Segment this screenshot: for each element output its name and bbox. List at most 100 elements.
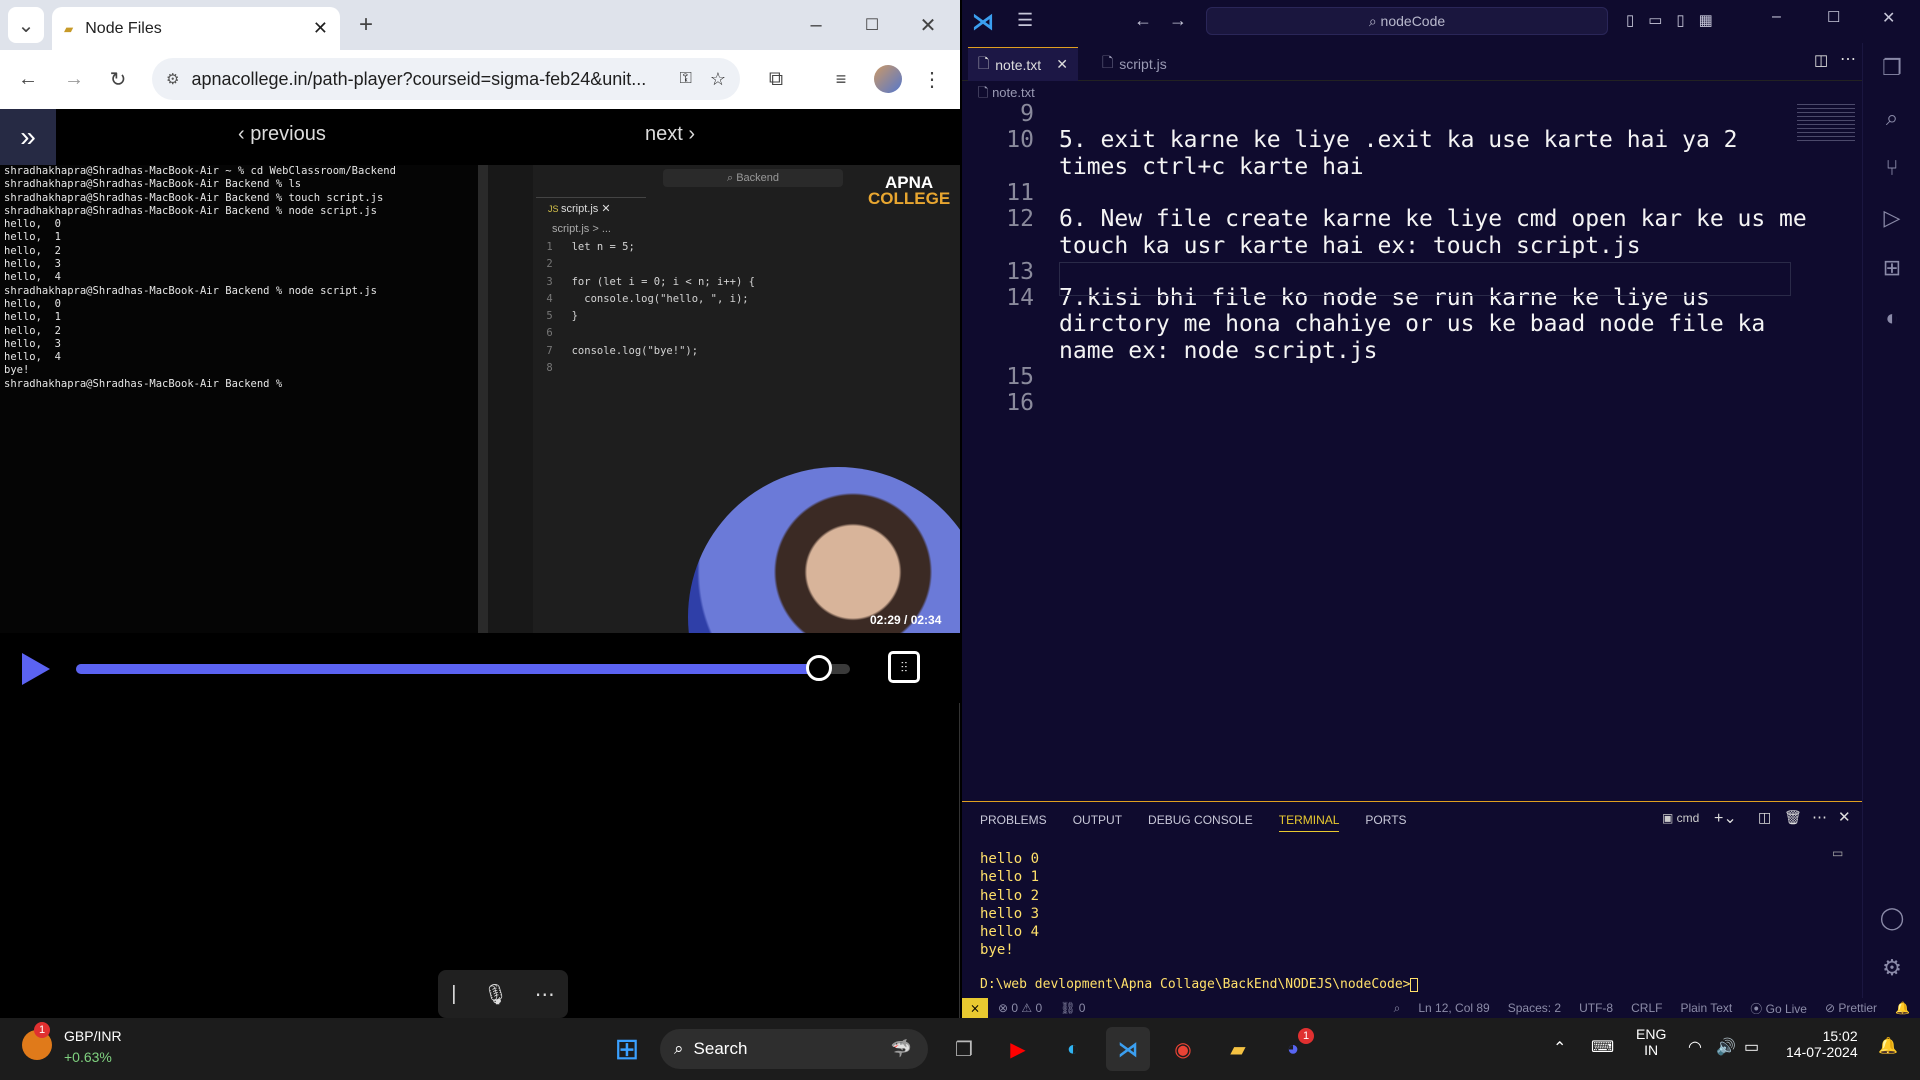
notification-bell-icon[interactable]: 🔔 (1878, 1036, 1898, 1056)
tab-note-txt[interactable]: 🗋 note.txt ✕ (968, 47, 1078, 81)
account-icon[interactable]: ◯ (1863, 893, 1920, 943)
split-terminal-icon[interactable]: ◫ (1758, 809, 1771, 826)
command-center-search[interactable]: ⌕ nodeCode (1206, 7, 1608, 35)
site-info-icon[interactable]: ⚙ (166, 70, 179, 88)
minimize-button[interactable]: – (798, 7, 834, 43)
progress-thumb[interactable] (806, 655, 833, 681)
close-tab-icon[interactable]: ✕ (313, 18, 328, 39)
settings-sliders-icon[interactable]: ⫶⫶ (888, 651, 920, 683)
terminal-output[interactable]: hello 0 hello 1 hello 2 hello 3 hello 4 bye! (980, 850, 1039, 960)
more-options-icon[interactable]: ⋯ (535, 982, 555, 1007)
tray-overflow-icon[interactable]: ⌃ (1553, 1038, 1566, 1058)
edge-tools-icon[interactable]: ◐ (1863, 293, 1920, 343)
terminal-list-icon[interactable]: ▭ (1832, 846, 1852, 862)
task-view-icon[interactable]: ❐ (942, 1027, 986, 1071)
panel-tab-ports[interactable]: PORTS (1365, 813, 1406, 832)
ticker-name[interactable]: GBP/INR (64, 1028, 122, 1044)
indentation[interactable]: Spaces: 2 (1508, 1001, 1561, 1015)
battery-icon[interactable]: ▭ (1744, 1037, 1759, 1057)
tab-search-button[interactable]: ⌄ (8, 7, 44, 43)
editor-line[interactable]: 6. New file create karne ke liye cmd ope… (1059, 206, 1807, 232)
sidebar-toggle-icon[interactable]: » (0, 109, 56, 165)
close-panel-icon[interactable]: ✕ (1838, 808, 1851, 826)
file-explorer-icon[interactable]: ▰ (1216, 1027, 1260, 1071)
vscode-close-button[interactable]: ✕ (1882, 8, 1895, 28)
wifi-icon[interactable]: ◠ (1688, 1037, 1702, 1057)
close-window-button[interactable]: ✕ (910, 7, 946, 43)
key-icon[interactable]: ⚿ (680, 70, 692, 88)
progress-track[interactable] (76, 664, 850, 674)
terminal-prompt[interactable]: D:\web devlopment\Apna Collage\BackEnd\N… (980, 977, 1419, 992)
ports-counter[interactable]: ⛓ 0 (1060, 1001, 1085, 1015)
taskbar-search[interactable]: ⌕ Search 🦈 (660, 1029, 928, 1069)
edge-icon[interactable]: ◐ (1051, 1027, 1095, 1071)
maximize-button[interactable]: ☐ (854, 7, 890, 43)
panel-tab-output[interactable]: OUTPUT (1073, 813, 1122, 832)
editor-text[interactable]: 9 10 5. exit karne ke liye .exit ka use ka… (962, 101, 1862, 801)
remote-indicator-icon[interactable]: ⨯ (962, 998, 988, 1018)
microphone-icon[interactable]: 🎙 (483, 982, 508, 1007)
chrome-taskbar-icon[interactable]: ◉ (1161, 1027, 1205, 1071)
language-mode[interactable]: Plain Text (1680, 1001, 1732, 1015)
layout-toggle-icons[interactable]: ▯▭▯▦ (1626, 11, 1727, 29)
line-ending[interactable]: CRLF (1631, 1001, 1662, 1015)
tab-script-js[interactable]: 🗋 script.js (1092, 47, 1177, 81)
editor-line[interactable]: touch ka usr karte hai ex: touch script.… (1059, 233, 1641, 259)
tab-node-files[interactable]: ▰ Node Files ✕ (52, 7, 340, 50)
minimap[interactable] (1797, 104, 1855, 144)
media-control-icon[interactable]: ≡ (823, 61, 859, 97)
lecture-video[interactable]: shradhakhapra@Shradhas-MacBook-Air ~ % c… (0, 165, 960, 633)
vscode-taskbar-icon[interactable]: ⋊ (1106, 1027, 1150, 1071)
go-live-button[interactable]: ⦿ Go Live (1750, 1000, 1807, 1017)
panel-tab-terminal[interactable]: TERMINAL (1278, 813, 1340, 832)
next-link[interactable]: next › (645, 123, 695, 146)
source-control-icon[interactable]: ⑂ (1863, 143, 1920, 193)
close-tab-icon[interactable]: ✕ (1056, 56, 1068, 73)
nav-back-icon[interactable]: ← (1134, 10, 1152, 31)
panel-tab-debug-console[interactable]: DEBUG CONSOLE (1148, 813, 1253, 832)
editor-line[interactable]: 5. exit karne ke liye .exit ka use karte… (1059, 127, 1738, 153)
bookmark-star-icon[interactable]: ☆ (710, 69, 726, 90)
vscode-maximize-button[interactable]: ☐ (1827, 8, 1840, 26)
explorer-icon[interactable]: ❐ (1863, 43, 1920, 93)
previous-link[interactable]: ‹ previous (238, 123, 326, 146)
drag-handle-icon[interactable]: | (451, 983, 456, 1006)
zoom-icon[interactable]: ⌕ (1394, 1001, 1401, 1016)
volume-icon[interactable]: 🔊 (1716, 1037, 1736, 1057)
editor-line[interactable]: dirctory me hona chahiye or us ke baad n… (1059, 311, 1765, 337)
problems-counter[interactable]: ⊗ 0 ⚠ 0 (998, 1001, 1042, 1015)
vscode-minimize-button[interactable]: – (1772, 8, 1781, 26)
split-editor-icon[interactable]: ◫ (1814, 51, 1828, 69)
back-button[interactable]: ← (10, 61, 46, 97)
keyboard-icon[interactable]: ⌨ (1591, 1037, 1614, 1057)
extensions-icon[interactable]: ⊞ (1863, 243, 1920, 293)
cursor-position[interactable]: Ln 12, Col 89 (1418, 1001, 1489, 1015)
new-tab-button[interactable]: + (348, 7, 384, 43)
editor-line[interactable]: name ex: node script.js (1059, 338, 1378, 364)
kill-terminal-icon[interactable]: 🗑 (1784, 809, 1802, 826)
extensions-icon[interactable]: ⧉ (758, 61, 794, 97)
address-bar[interactable]: ⚙ apnacollege.in/path-player?courseid=si… (152, 58, 740, 100)
panel-tab-problems[interactable]: PROBLEMS (980, 813, 1047, 832)
menu-hamburger-icon[interactable]: ☰ (1017, 10, 1033, 31)
encoding[interactable]: UTF-8 (1579, 1001, 1613, 1015)
search-icon[interactable]: ⌕ (1863, 93, 1920, 143)
profile-avatar[interactable] (874, 65, 902, 93)
chrome-menu-icon[interactable]: ⋮ (914, 61, 950, 97)
editor-more-icon[interactable]: ⋯ (1840, 49, 1856, 69)
youtube-icon[interactable]: ▶ (996, 1027, 1040, 1071)
prettier-status[interactable]: ⊘ Prettier (1825, 1001, 1877, 1015)
reload-button[interactable]: ↻ (100, 61, 136, 97)
nav-forward-icon[interactable]: → (1169, 10, 1187, 31)
terminal-profile[interactable]: ▣ cmd (1662, 811, 1699, 825)
run-debug-icon[interactable]: ▷ (1863, 193, 1920, 243)
windows-start-icon[interactable]: ⊞ (605, 1027, 649, 1071)
settings-gear-icon[interactable]: ⚙ (1863, 943, 1920, 993)
editor-line[interactable]: times ctrl+c karte hai (1059, 154, 1364, 180)
panel-more-icon[interactable]: ⋯ (1812, 808, 1827, 826)
forward-button[interactable]: → (56, 61, 92, 97)
clock[interactable]: 15:02 14-07-2024 (1786, 1028, 1858, 1060)
editor-line[interactable]: 7.kisi bhi file ko node se run karne ke … (1059, 285, 1710, 311)
notifications-icon[interactable]: 🔔 (1895, 1001, 1910, 1015)
play-icon[interactable] (22, 653, 50, 685)
